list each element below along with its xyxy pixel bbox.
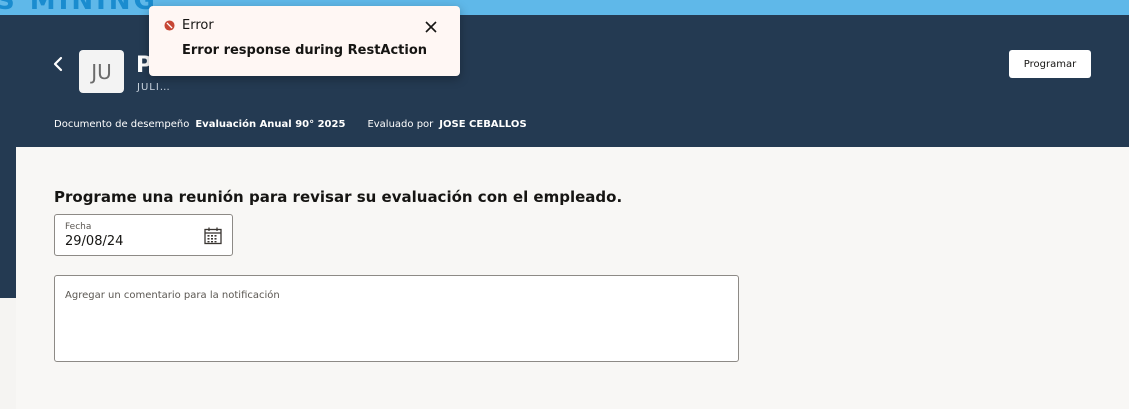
comment-textarea[interactable]: Agregar un comentario para la notificaci… <box>54 275 739 362</box>
document-label: Documento de desempeño <box>54 119 190 130</box>
calendar-button[interactable] <box>203 226 223 246</box>
evaluation-meta: Documento de desempeño Evaluación Anual … <box>54 119 549 130</box>
avatar: JU <box>79 50 124 93</box>
document-value: Evaluación Anual 90° 2025 <box>195 119 346 130</box>
close-icon <box>425 21 437 33</box>
back-button[interactable] <box>50 55 68 73</box>
toast-close-button[interactable] <box>423 19 439 35</box>
evaluator-label: Evaluado por <box>367 119 434 130</box>
date-field-label: Fecha <box>65 222 92 232</box>
date-field[interactable]: Fecha 29/08/24 <box>54 214 233 256</box>
employee-subtitle: JULI… <box>137 82 171 93</box>
chevron-left-icon <box>53 56 63 72</box>
page-title: Programe una reunión para revisar su eva… <box>54 188 623 206</box>
calendar-icon <box>204 227 222 245</box>
evaluator-value: JOSE CEBALLOS <box>439 119 527 130</box>
error-icon <box>164 20 175 31</box>
schedule-card: Programe una reunión para revisar su eva… <box>16 147 1129 409</box>
error-toast: Error Error response during RestAction <box>149 6 460 76</box>
brand-logo-text: S MINING <box>0 0 158 15</box>
toast-message: Error response during RestAction <box>182 43 428 58</box>
comment-placeholder: Agregar un comentario para la notificaci… <box>65 290 280 301</box>
date-field-value[interactable]: 29/08/24 <box>65 234 123 249</box>
schedule-button[interactable]: Programar <box>1009 50 1091 78</box>
toast-title: Error <box>182 18 214 33</box>
